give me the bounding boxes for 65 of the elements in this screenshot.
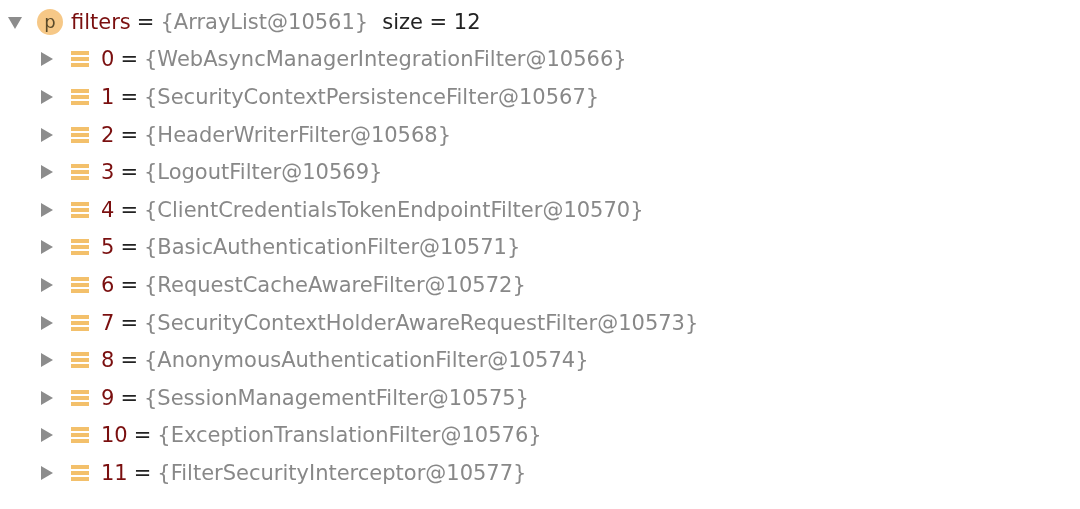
- array-element-icon: [71, 163, 89, 182]
- element-value: {FilterSecurityInterceptor@10577}: [157, 460, 527, 485]
- equals-sign: =: [120, 348, 138, 373]
- equals-sign: =: [136, 9, 155, 34]
- expand-toggle-icon[interactable]: [38, 276, 54, 293]
- size-label: size = 12: [382, 9, 481, 34]
- element-index: 11: [101, 460, 128, 485]
- expand-toggle-icon[interactable]: [38, 201, 54, 218]
- expand-toggle-icon[interactable]: [38, 164, 54, 181]
- array-element-icon: [71, 388, 89, 407]
- element-value: {BasicAuthenticationFilter@10571}: [144, 235, 521, 260]
- array-element-icon: [71, 313, 89, 332]
- element-index: 2: [101, 122, 115, 147]
- equals-sign: =: [120, 197, 138, 222]
- array-element-icon: [71, 200, 89, 219]
- equals-sign: =: [120, 85, 138, 109]
- element-value: {SecurityContextHolderAwareRequestFilter@10573}: [144, 310, 699, 335]
- element-value: {SessionManagementFilter@10575}: [144, 385, 529, 410]
- element-index: 7: [101, 310, 115, 335]
- expand-toggle-icon[interactable]: [38, 464, 54, 481]
- array-element-icon: [71, 275, 89, 294]
- equals-sign: =: [120, 122, 138, 147]
- field-name: filters: [71, 9, 131, 34]
- element-value: {AnonymousAuthenticationFilter@10574}: [144, 348, 589, 373]
- element-value: {HeaderWriterFilter@10568}: [144, 122, 452, 147]
- equals-sign: =: [133, 460, 152, 485]
- element-index: 9: [101, 385, 115, 410]
- element-value: {ExceptionTranslationFilter@10576}: [157, 423, 542, 448]
- array-element-icon: [71, 351, 89, 370]
- equals-sign: =: [133, 423, 152, 448]
- array-element-icon: [71, 88, 89, 106]
- equals-sign: =: [120, 385, 138, 410]
- array-element-icon: [71, 125, 89, 144]
- element-index: 3: [101, 160, 115, 185]
- field-value: {ArrayList@10561}: [160, 9, 369, 34]
- element-value: {LogoutFilter@10569}: [144, 160, 383, 185]
- array-element-icon: [71, 426, 89, 445]
- element-index: 1: [101, 85, 115, 109]
- equals-sign: =: [120, 160, 138, 185]
- element-index: 10: [101, 423, 128, 448]
- expand-toggle-icon[interactable]: [38, 314, 54, 331]
- element-index: 0: [101, 47, 115, 72]
- array-element-icon: [71, 463, 89, 482]
- element-index: 5: [101, 235, 115, 260]
- field-badge-icon: p: [37, 8, 63, 35]
- expand-toggle-icon[interactable]: [38, 352, 54, 369]
- equals-sign: =: [120, 47, 138, 72]
- equals-sign: =: [120, 272, 138, 297]
- element-index: 8: [101, 348, 115, 373]
- array-element-icon: [71, 238, 89, 257]
- expand-toggle-icon[interactable]: [38, 51, 54, 68]
- expand-toggle-icon[interactable]: [38, 427, 54, 444]
- element-value: {RequestCacheAwareFilter@10572}: [144, 272, 526, 297]
- expand-toggle-icon[interactable]: [38, 126, 54, 143]
- expand-toggle-icon[interactable]: [38, 239, 54, 256]
- expand-toggle-icon[interactable]: [38, 89, 54, 105]
- element-index: 4: [101, 197, 115, 222]
- element-value: {WebAsyncManagerIntegrationFilter@10566}: [144, 47, 627, 72]
- equals-sign: =: [120, 235, 138, 260]
- array-element-icon: [71, 50, 89, 69]
- equals-sign: =: [120, 310, 138, 335]
- element-index: 6: [101, 272, 115, 297]
- expand-toggle-icon[interactable]: [38, 389, 54, 406]
- element-value: {ClientCredentialsTokenEndpointFilter@10570}: [144, 197, 644, 222]
- element-value: {SecurityContextPersistenceFilter@10567}: [144, 85, 600, 109]
